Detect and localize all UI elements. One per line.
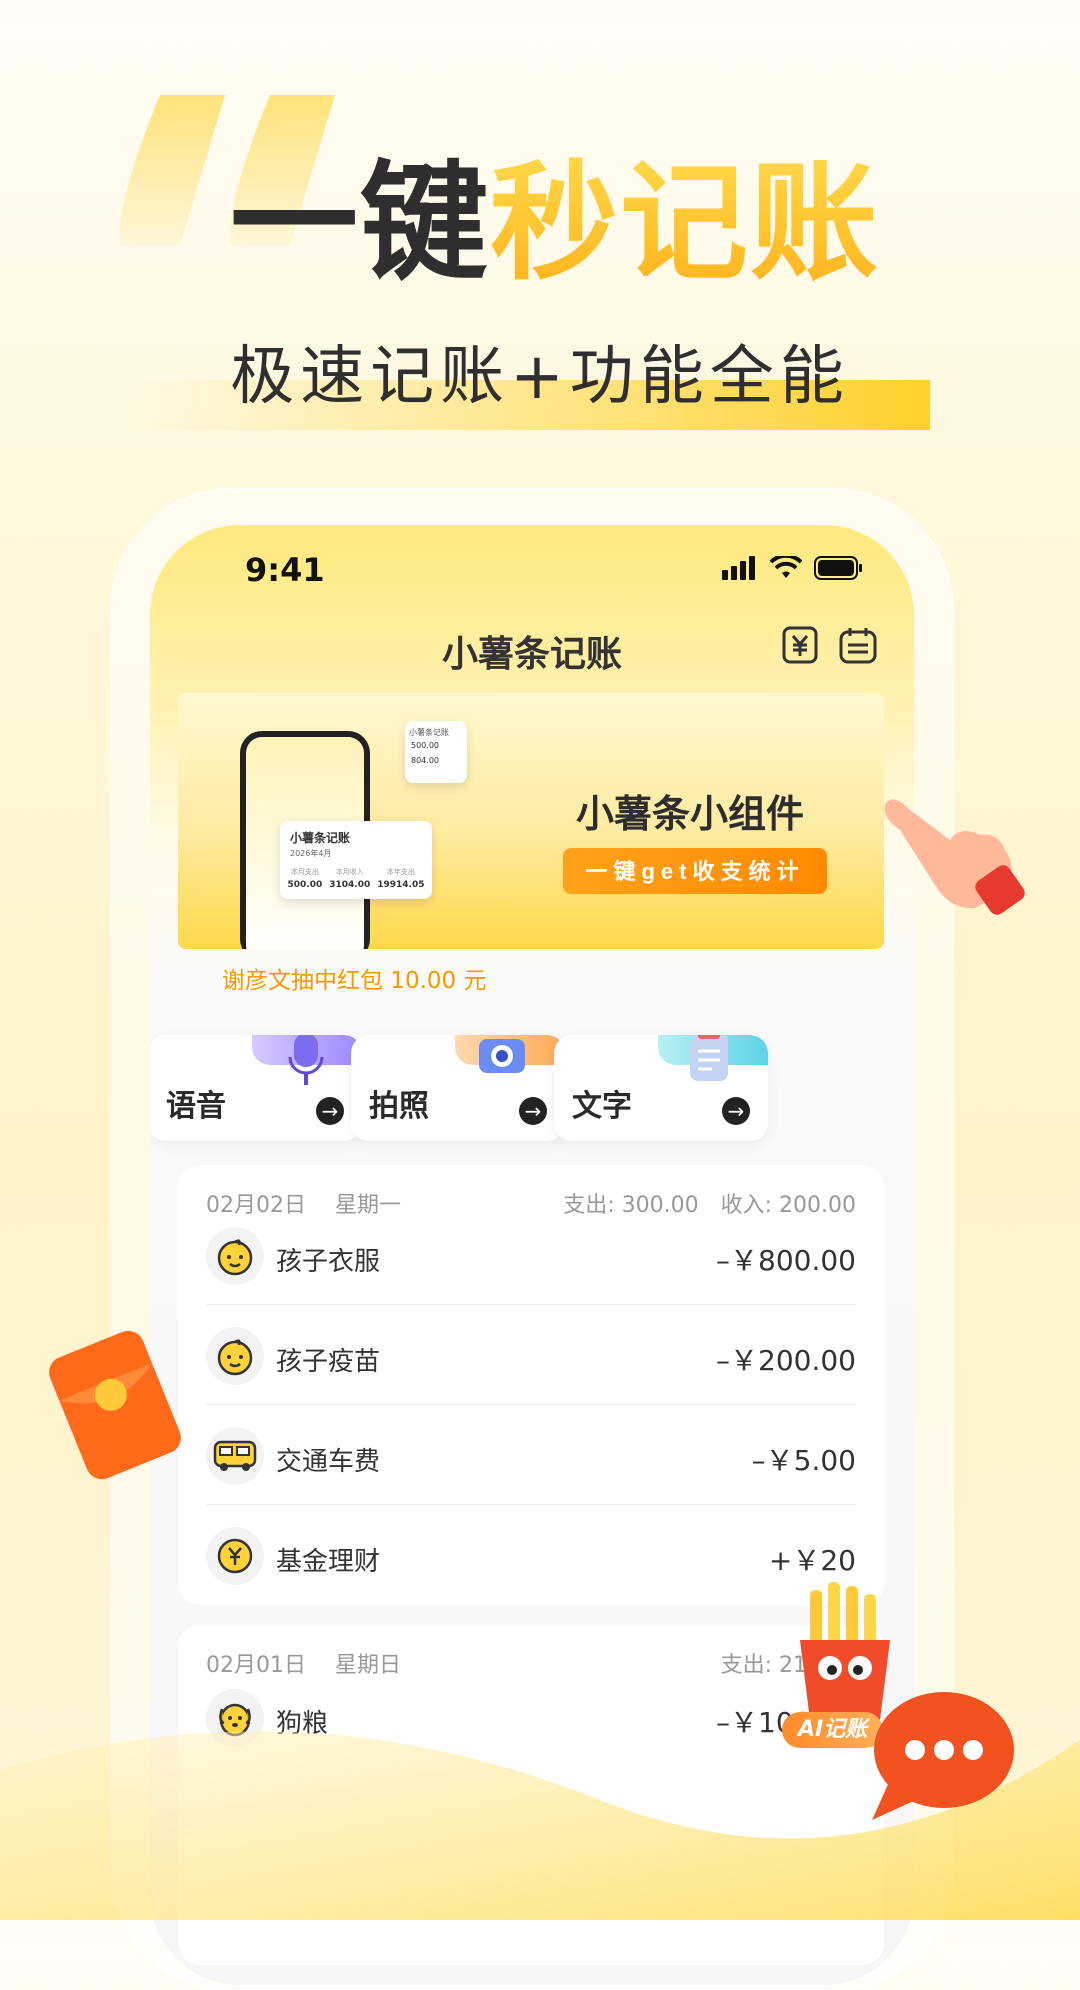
battery-icon [814,556,862,580]
hero-title-dark: 一键 [230,149,491,298]
voice-entry-label: 语音 [166,1089,226,1124]
pointing-hand-icon [884,799,1025,915]
voice-entry-button[interactable]: 语音 → [150,1035,362,1141]
arrow-right-icon: → [722,1097,750,1125]
transaction-row[interactable]: 孩子疫苗 –￥200.00 [206,1305,856,1405]
notepad-icon [690,1035,728,1081]
transaction-amount: –￥800.00 [716,1244,856,1277]
hero-subtitle: 极速记账+功能全能 [230,340,850,414]
wifi-icon [770,556,802,578]
text-entry-button[interactable]: 文字 → [554,1035,768,1141]
transaction-amount: –￥200.00 [716,1344,856,1377]
arrow-right-icon: → [519,1097,547,1125]
baby-face-icon [217,1239,253,1276]
bus-icon [213,1440,257,1471]
hero-title: 一键秒记账 [230,160,880,288]
banner-cta-button[interactable]: 一键get收支统计 [563,848,827,894]
status-bar: 9:41 [150,551,914,611]
transaction-name: 孩子衣服 [276,1247,381,1277]
transaction-row[interactable]: 孩子衣服 –￥800.00 [206,1205,856,1305]
camera-icon [479,1039,525,1073]
hero-title-accent: 秒记账 [490,149,881,298]
transaction-amount: –￥5.00 [751,1444,856,1477]
arrow-right-icon: → [316,1097,344,1125]
photo-entry-button[interactable]: 拍照 → [351,1035,565,1141]
photo-entry-label: 拍照 [369,1089,429,1124]
baby-face-icon [217,1339,253,1376]
transaction-name: 交通车费 [276,1447,381,1477]
calendar-icon[interactable] [838,625,878,665]
signal-icon [722,556,755,580]
banner-mini-card-small: 小薯条记账 500.00 804.00 [405,721,467,783]
notice-text: 谢彦文抽中红包 10.00 元 [222,968,487,994]
widget-banner[interactable]: 小薯条记账 500.00 804.00 小薯条记账 2026年4月 本月支出 50… [178,693,884,949]
transaction-name: 孩子疫苗 [276,1347,381,1377]
banner-title: 小薯条小组件 [576,792,805,836]
status-time: 9:41 [245,551,325,589]
red-envelope-icon [49,1330,181,1480]
banner-mini-card: 小薯条记账 2026年4月 本月支出 500.00 本月收入 3104.00 本年支… [280,821,432,899]
yuan-icon[interactable] [780,625,820,665]
microphone-icon [288,1035,324,1085]
transaction-row[interactable]: 交通车费 –￥5.00 [206,1405,856,1505]
text-entry-label: 文字 [572,1089,632,1124]
chat-bubble-icon[interactable] [860,1680,1020,1830]
